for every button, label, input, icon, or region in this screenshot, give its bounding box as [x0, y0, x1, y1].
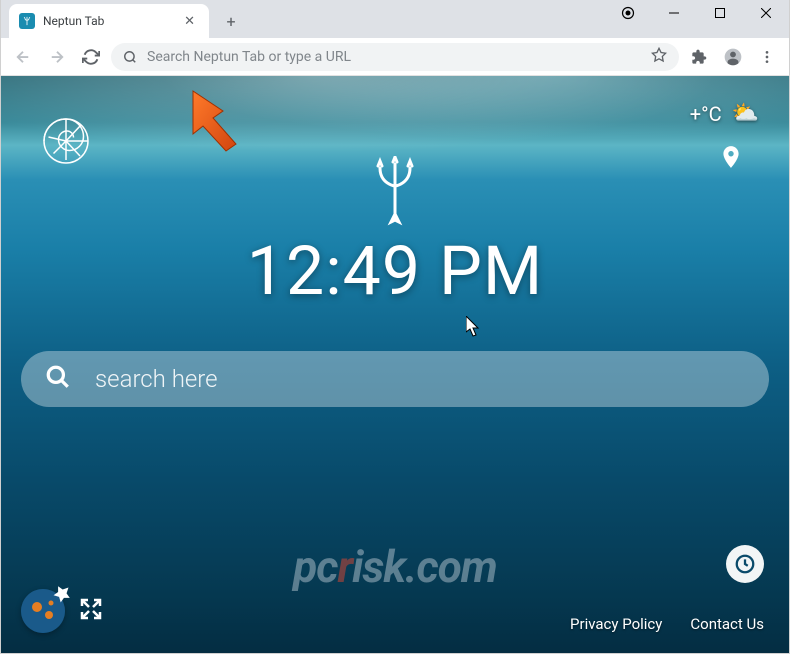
location-pin-icon[interactable] [718, 141, 744, 180]
bookmark-star-icon[interactable] [651, 47, 667, 67]
privacy-link[interactable]: Privacy Policy [570, 615, 662, 633]
back-button[interactable] [9, 43, 37, 71]
close-tab-icon[interactable]: ✕ [180, 14, 199, 29]
menu-button[interactable] [753, 43, 781, 71]
reload-button[interactable] [77, 43, 105, 71]
page-content: +°C ⛅ 12:49 PM pcrisk.com [0, 76, 790, 654]
weather-icon: ⛅ [732, 101, 759, 126]
address-bar[interactable]: Search Neptun Tab or type a URL [111, 43, 679, 71]
tab-title: Neptun Tab [43, 14, 180, 28]
extensions-button[interactable] [685, 43, 713, 71]
weather-widget[interactable]: +°C ⛅ [690, 101, 759, 126]
browser-tab[interactable]: Neptun Tab ✕ [9, 4, 209, 38]
bottom-right-controls [726, 545, 764, 583]
new-tab-button[interactable]: + [217, 7, 245, 35]
search-input[interactable] [95, 365, 745, 393]
profile-button[interactable] [719, 43, 747, 71]
forward-button[interactable] [43, 43, 71, 71]
tab-favicon [19, 13, 35, 29]
nautilus-icon[interactable] [41, 116, 91, 166]
search-icon [45, 364, 71, 394]
close-window-button[interactable] [743, 0, 789, 28]
clock-display: 12:49 PM [1, 231, 789, 311]
record-icon[interactable] [605, 0, 651, 28]
search-icon [123, 50, 137, 64]
omnibox-placeholder: Search Neptun Tab or type a URL [147, 49, 641, 65]
history-button[interactable] [726, 545, 764, 583]
browser-toolbar: Search Neptun Tab or type a URL [0, 38, 790, 76]
weather-temp: +°C [690, 102, 722, 126]
footer-links: Privacy Policy Contact Us [570, 615, 764, 633]
bottom-left-controls [21, 589, 103, 633]
minimize-button[interactable] [651, 0, 697, 28]
tab-strip: Neptun Tab ✕ + [0, 0, 790, 38]
rocket-icon[interactable] [51, 583, 73, 609]
mouse-cursor [466, 316, 482, 342]
maximize-button[interactable] [697, 0, 743, 28]
fullscreen-button[interactable] [79, 597, 103, 625]
trident-logo [370, 156, 420, 230]
contact-link[interactable]: Contact Us [690, 615, 764, 633]
watermark-text: pcrisk.com [293, 541, 497, 593]
search-bar[interactable] [21, 351, 769, 407]
